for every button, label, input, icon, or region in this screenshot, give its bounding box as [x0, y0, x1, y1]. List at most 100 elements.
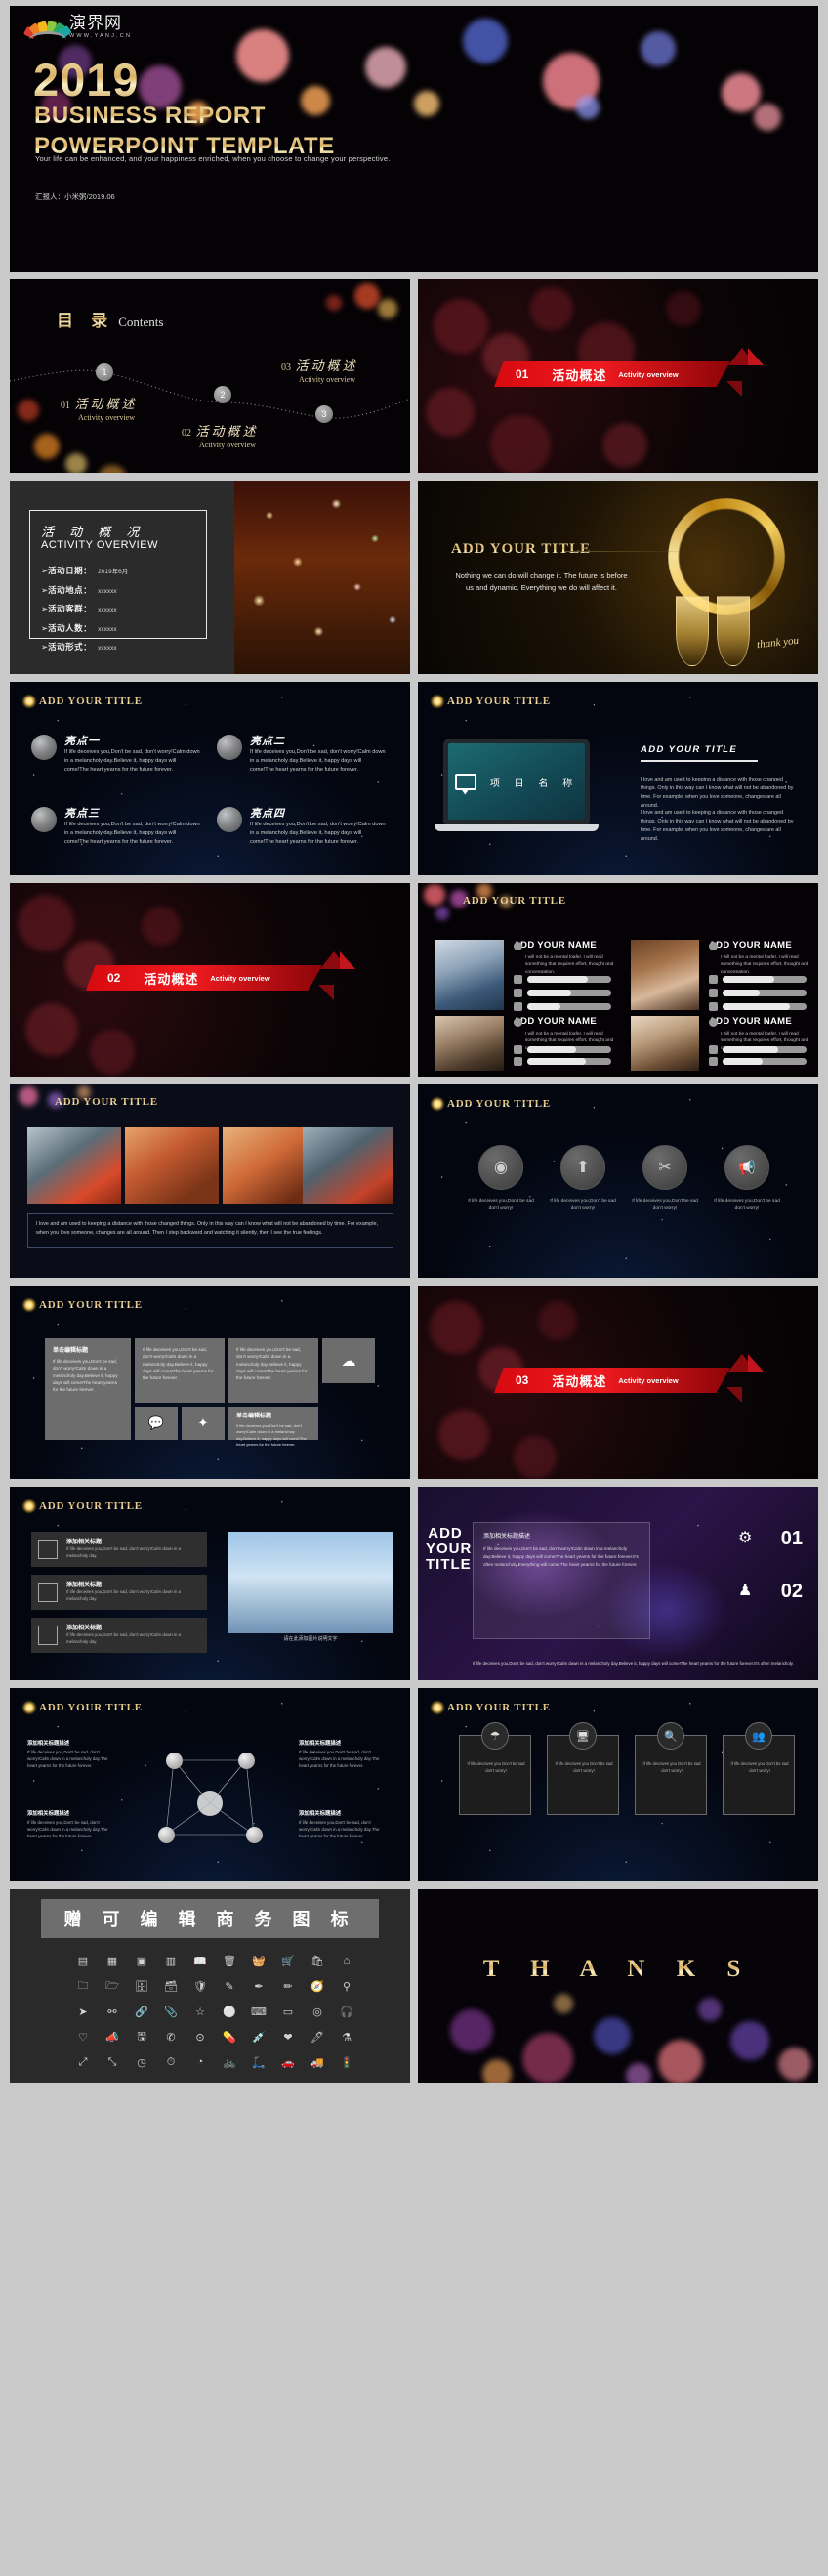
- business-icon-35[interactable]: ⊙: [186, 2024, 215, 2049]
- business-icon-14[interactable]: 🗃: [156, 1973, 186, 1999]
- divider-01-number: 01: [516, 367, 529, 381]
- business-icon-38[interactable]: ❤: [273, 2024, 303, 2049]
- network-block-3-body: If life deceives you,Don't be sad, don't…: [27, 1820, 108, 1838]
- business-icon-36[interactable]: 💊: [215, 2024, 244, 2049]
- business-icon-17[interactable]: ✒: [244, 1973, 273, 1999]
- contents-item-3-num: 03: [281, 362, 291, 373]
- business-icon-41[interactable]: ⤢: [68, 2049, 98, 2075]
- list-photo: [228, 1532, 393, 1633]
- slide-network: ADD YOUR TITLE 添加相关标题描述 If life deceives…: [10, 1688, 410, 1881]
- chart-icon: [38, 1583, 58, 1602]
- business-icon-4[interactable]: ▥: [156, 1948, 186, 1973]
- business-icon-12[interactable]: 🗁: [98, 1973, 127, 1999]
- contents-item-1[interactable]: 01 活动概述 Activity overview: [61, 394, 137, 422]
- dark-card-3[interactable]: 🔍 If life deceives you Don't be sad don'…: [635, 1722, 707, 1815]
- business-icon-40[interactable]: ⚗: [332, 2024, 361, 2049]
- business-icon-50[interactable]: 🚦: [332, 2049, 361, 2075]
- contents-node-3[interactable]: 3: [315, 405, 333, 423]
- business-icon-27[interactable]: ⌨: [244, 1999, 273, 2024]
- business-icon-45[interactable]: ◔: [186, 2049, 215, 2075]
- overview-list: ➢活动日期： 2019年6月 ➢活动地点： xxxxxx ➢活动客群： xxxxxx …: [41, 565, 128, 660]
- business-icon-32[interactable]: 📣: [98, 2024, 127, 2049]
- business-icon-34[interactable]: ✆: [156, 2024, 186, 2049]
- business-icon-37[interactable]: 💉: [244, 2024, 273, 2049]
- contents-item-3[interactable]: 03 活动概述 Activity overview: [281, 356, 357, 384]
- business-icon-29[interactable]: ◎: [303, 1999, 332, 2024]
- business-icon-15[interactable]: 🛡: [186, 1973, 215, 1999]
- dark-card-1[interactable]: ☂ If life deceives you Don't be sad don'…: [459, 1722, 531, 1815]
- business-icon-5[interactable]: 📖: [186, 1948, 215, 1973]
- business-icon-18[interactable]: ✏: [273, 1973, 303, 1999]
- overview-row: ➢活动地点： xxxxxx: [41, 584, 117, 595]
- business-icon-24[interactable]: 📎: [156, 1999, 186, 2024]
- business-icon-16[interactable]: ✎: [215, 1973, 244, 1999]
- business-icon-6[interactable]: 🗑: [215, 1948, 244, 1973]
- network-node-2[interactable]: [238, 1753, 255, 1769]
- business-icon-2[interactable]: ▦: [98, 1948, 127, 1973]
- divider-01-triangle-bottom: [726, 381, 742, 397]
- overview-title-cn: 活 动 概 况: [41, 526, 145, 540]
- business-icon-47[interactable]: 🛴: [244, 2049, 273, 2075]
- business-icon-10[interactable]: ⌂: [332, 1948, 361, 1973]
- circle-button-1[interactable]: ◉: [478, 1145, 523, 1190]
- team-1-bar-3: [527, 1003, 611, 1010]
- business-icon-19[interactable]: 🧭: [303, 1973, 332, 1999]
- network-block-1-body: If life deceives you,Don't be sad, don't…: [27, 1750, 108, 1768]
- circle-button-2[interactable]: ⬆: [560, 1145, 605, 1190]
- laptop-lid: 项 目 名 称: [443, 739, 590, 824]
- business-icon-26[interactable]: ⚪: [215, 1999, 244, 2024]
- divider-02-number: 02: [107, 971, 121, 985]
- contents-item-2[interactable]: 02 活动概述 Activity overview: [182, 421, 258, 449]
- business-icon-44[interactable]: ⏱: [156, 2049, 186, 2075]
- circle-button-3[interactable]: ✂: [642, 1145, 687, 1190]
- business-icon-7[interactable]: 🧺: [244, 1948, 273, 1973]
- document-icon: [709, 975, 718, 984]
- divider-01-triangle-right: [748, 348, 764, 365]
- business-icon-13[interactable]: 🗄: [127, 1973, 156, 1999]
- business-icon-22[interactable]: ⚯: [98, 1999, 127, 2024]
- laptop-glyph: 🖥: [576, 1730, 590, 1743]
- business-icon-3[interactable]: ▣: [127, 1948, 156, 1973]
- team-4-bar-2: [723, 1058, 807, 1065]
- dark-card-2[interactable]: 🖥 If life deceives you Don't be sad don'…: [547, 1722, 619, 1815]
- business-icon-9[interactable]: 🛍: [303, 1948, 332, 1973]
- business-icon-33[interactable]: 🖫: [127, 2024, 156, 2049]
- business-icon-25[interactable]: ☆: [186, 1999, 215, 2024]
- business-icon-11[interactable]: 🗀: [68, 1973, 98, 1999]
- business-icon-31[interactable]: ♡: [68, 2024, 98, 2049]
- network-node-4[interactable]: [246, 1827, 263, 1843]
- divider-03-number: 03: [516, 1373, 529, 1387]
- business-icon-42[interactable]: ⤡: [98, 2049, 127, 2075]
- contents-node-2[interactable]: 2: [214, 386, 231, 403]
- business-icon-28[interactable]: ▭: [273, 1999, 303, 2024]
- contents-node-1[interactable]: 1: [96, 363, 113, 381]
- divider-01-ribbon: 01 活动概述 Activity overview: [494, 361, 730, 387]
- laptop-paragraph-2: I love and am used to keeping a distance…: [641, 810, 794, 842]
- business-icon-39[interactable]: 🖊: [303, 2024, 332, 2049]
- star-badge-icon: ✦: [197, 1415, 209, 1430]
- network-node-1[interactable]: [166, 1753, 183, 1769]
- business-icon-43[interactable]: ◷: [127, 2049, 156, 2075]
- business-icon-48[interactable]: 🚗: [273, 2049, 303, 2075]
- business-icon-8[interactable]: 🛒: [273, 1948, 303, 1973]
- thanks-word: T H A N K S: [418, 1956, 818, 1983]
- contents-item-1-en: Activity overview: [78, 413, 135, 422]
- business-icon-49[interactable]: 🚚: [303, 2049, 332, 2075]
- slide-highlights: ADD YOUR TITLE 亮点一 If life deceives you,…: [10, 682, 410, 875]
- business-icon-21[interactable]: ➤: [68, 1999, 98, 2024]
- dark-cards-title: ADD YOUR TITLE: [447, 1702, 551, 1713]
- dark-card-4[interactable]: 👥 If life deceives you Don't be sad don'…: [723, 1722, 795, 1815]
- network-node-3[interactable]: [158, 1827, 175, 1843]
- network-lines: [165, 1759, 255, 1836]
- business-icon-20[interactable]: ⚲: [332, 1973, 361, 1999]
- business-icon-46[interactable]: 🚲: [215, 2049, 244, 2075]
- contents-item-3-cn: 活动概述: [295, 359, 358, 374]
- circle-label-4: If life deceives you,Don't be sad don't …: [714, 1199, 780, 1211]
- slide-activity-overview: 活 动 概 况 ACTIVITY OVERVIEW ➢活动日期： 2019年6月 …: [10, 481, 410, 674]
- business-icon-23[interactable]: 🔗: [127, 1999, 156, 2024]
- highlight-4-head: 亮点四: [250, 808, 285, 820]
- business-icon-30[interactable]: 🎧: [332, 1999, 361, 2024]
- circle-button-4[interactable]: 📢: [724, 1145, 769, 1190]
- business-icon-1[interactable]: ▤: [68, 1948, 98, 1973]
- people-glyph: 👥: [752, 1730, 766, 1743]
